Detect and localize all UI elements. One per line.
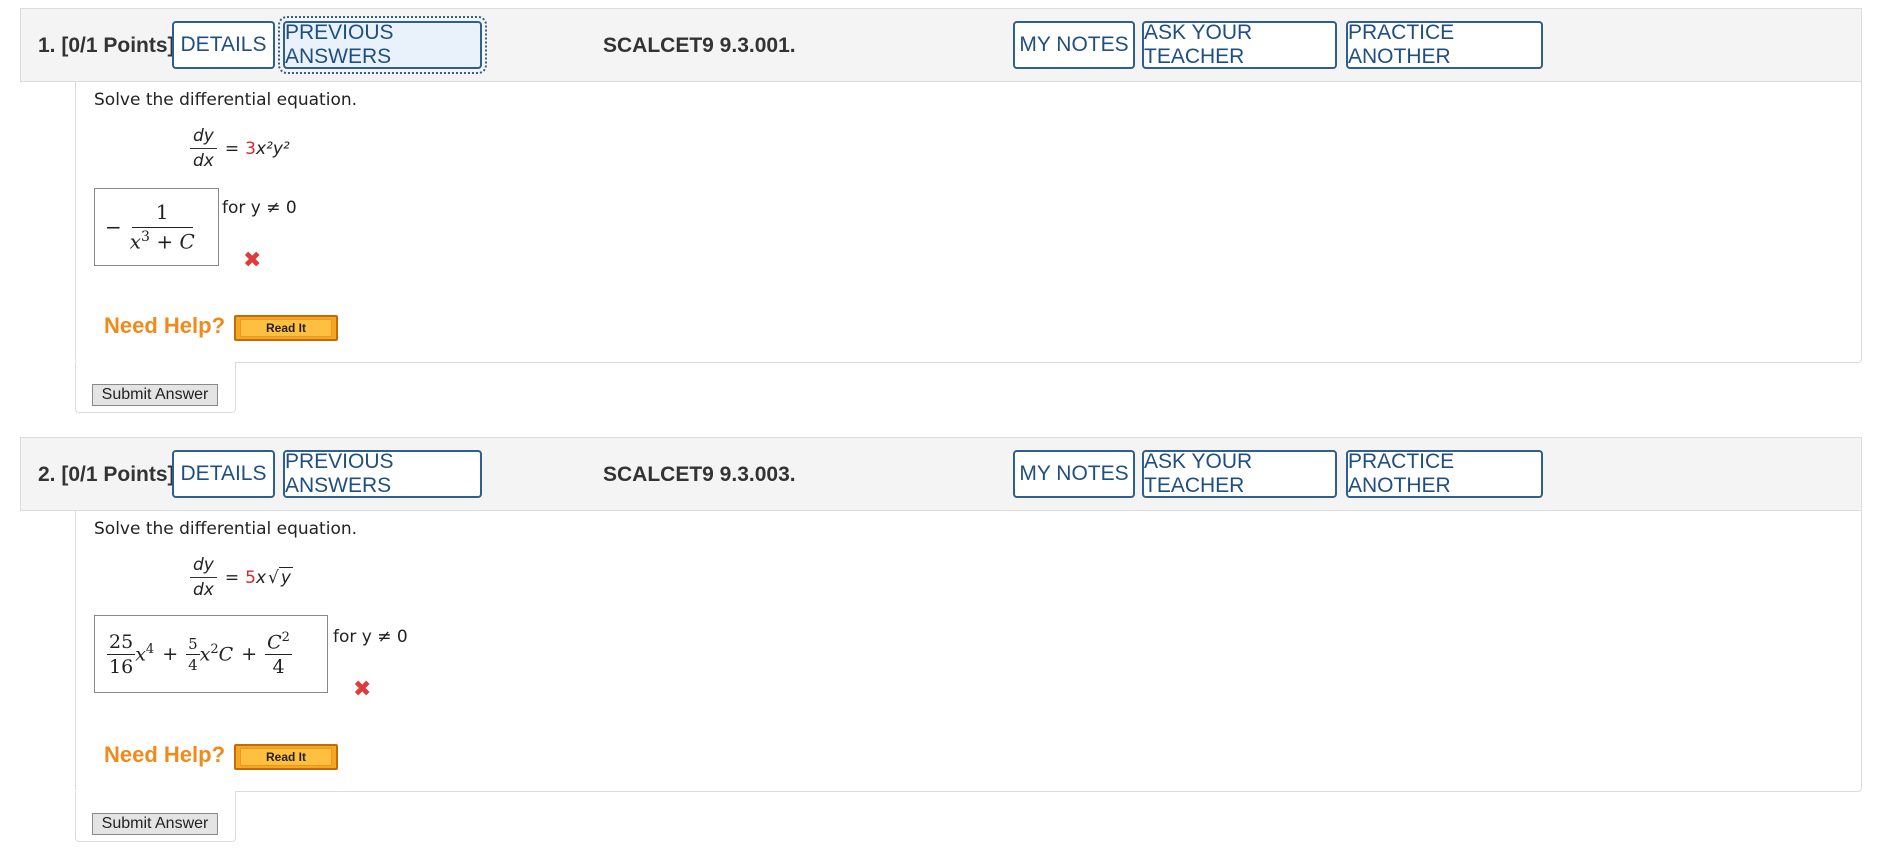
incorrect-icon: ✖ bbox=[353, 677, 372, 702]
differential-equation: dy dx = 3 x²y² bbox=[190, 126, 290, 171]
question-header: 2. [0/1 Points] DETAILS PREVIOUS ANSWERS… bbox=[20, 437, 1862, 511]
ask-your-teacher-button[interactable]: ASK YOUR TEACHER bbox=[1142, 21, 1337, 69]
need-help-label: Need Help? bbox=[104, 313, 226, 338]
my-notes-button[interactable]: MY NOTES bbox=[1013, 450, 1135, 498]
previous-answers-button[interactable]: PREVIOUS ANSWERS bbox=[283, 450, 482, 498]
question-points: 1. [0/1 Points] bbox=[38, 34, 175, 58]
question-number: 1. bbox=[38, 34, 56, 57]
derivative-fraction: dy dx bbox=[190, 126, 217, 171]
question-header: 1. [0/1 Points] DETAILS PREVIOUS ANSWERS… bbox=[20, 8, 1862, 82]
question-code: SCALCET9 9.3.003. bbox=[603, 463, 796, 486]
derivative-fraction: dy dx bbox=[190, 555, 217, 600]
question-1: 1. [0/1 Points] DETAILS PREVIOUS ANSWERS… bbox=[20, 8, 1862, 413]
previous-answers-button[interactable]: PREVIOUS ANSWERS bbox=[278, 16, 487, 74]
question-code: SCALCET9 9.3.001. bbox=[603, 34, 796, 57]
equation-rhs: x²y² bbox=[255, 138, 290, 159]
answer-field[interactable]: − 1 x3 + C bbox=[94, 188, 219, 266]
question-body bbox=[75, 511, 1862, 792]
equation-coefficient: 3 bbox=[245, 138, 256, 159]
details-button[interactable]: DETAILS bbox=[172, 21, 275, 69]
details-button[interactable]: DETAILS bbox=[172, 450, 275, 498]
condition-label: for y ≠ 0 bbox=[333, 627, 408, 647]
my-notes-button[interactable]: MY NOTES bbox=[1013, 21, 1135, 69]
question-points: 2. [0/1 Points] bbox=[38, 463, 175, 487]
question-number: 2. bbox=[38, 463, 56, 486]
sqrt-radicand: y bbox=[278, 567, 293, 588]
submit-answer-button[interactable]: Submit Answer bbox=[92, 813, 218, 835]
question-prompt: Solve the differential equation. bbox=[94, 519, 358, 539]
differential-equation: dy dx = 5 x √ y bbox=[190, 555, 293, 600]
fraction-25-16: 25 16 bbox=[107, 630, 136, 678]
condition-label: for y ≠ 0 bbox=[222, 198, 297, 218]
ask-your-teacher-button[interactable]: ASK YOUR TEACHER bbox=[1142, 450, 1337, 498]
need-help-label: Need Help? bbox=[104, 742, 226, 767]
practice-another-button[interactable]: PRACTICE ANOTHER bbox=[1346, 450, 1543, 498]
question-body bbox=[75, 82, 1862, 363]
read-it-button[interactable]: Read It bbox=[234, 315, 338, 341]
submit-answer-button[interactable]: Submit Answer bbox=[92, 384, 218, 406]
answer-field[interactable]: 25 16 x4 + 5 4 x2C + C2 4 bbox=[94, 615, 328, 693]
equation-coefficient: 5 bbox=[245, 567, 256, 588]
points-label: [0/1 Points] bbox=[61, 463, 175, 486]
answer-fraction: 1 x3 + C bbox=[129, 200, 195, 254]
fraction-5-4: 5 4 bbox=[186, 634, 200, 674]
read-it-button[interactable]: Read It bbox=[234, 744, 338, 770]
sqrt-symbol: √ bbox=[268, 567, 279, 588]
fraction-c2-4: C2 4 bbox=[265, 629, 292, 679]
question-2: 2. [0/1 Points] DETAILS PREVIOUS ANSWERS… bbox=[20, 437, 1862, 842]
equation-rhs: x bbox=[255, 567, 266, 588]
points-label: [0/1 Points] bbox=[61, 34, 175, 57]
incorrect-icon: ✖ bbox=[243, 248, 262, 273]
practice-another-button[interactable]: PRACTICE ANOTHER bbox=[1346, 21, 1543, 69]
question-prompt: Solve the differential equation. bbox=[94, 90, 358, 110]
